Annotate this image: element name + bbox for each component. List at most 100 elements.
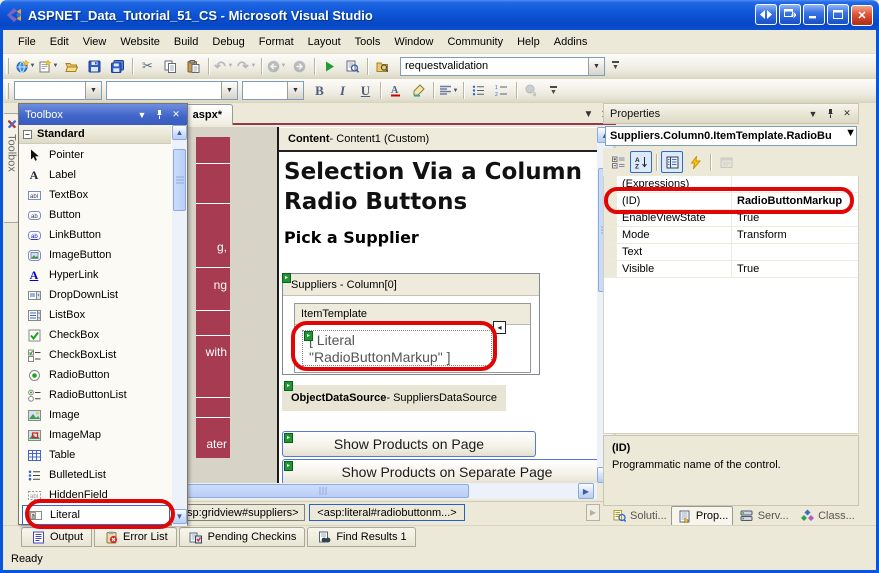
save-all-button[interactable]: [106, 56, 129, 77]
properties-object-combobox[interactable]: Suppliers.Column0.ItemTemplate.RadioBu ▼: [605, 126, 857, 146]
navigate-forward-button[interactable]: [288, 56, 311, 77]
dropdown-arrow-icon[interactable]: ▼: [279, 63, 288, 69]
toolbox-item-checkboxlist[interactable]: CheckBoxList: [22, 345, 170, 365]
open-folder-button[interactable]: [60, 56, 83, 77]
property-row-id[interactable]: (ID)RadioButtonMarkup: [604, 193, 858, 210]
menu-help[interactable]: Help: [510, 33, 547, 51]
maximize-button[interactable]: [827, 4, 849, 25]
find-in-files-button[interactable]: [371, 56, 394, 77]
undo-button[interactable]: ↶▼: [212, 56, 235, 77]
categorized-button[interactable]: [607, 151, 629, 173]
copy-button[interactable]: [159, 56, 182, 77]
combo-dropdown-icon[interactable]: ▼: [85, 82, 101, 99]
start-debug-button[interactable]: [318, 56, 341, 77]
content-placeholder-header[interactable]: Content - Content1 (Custom): [279, 128, 597, 152]
toolbox-item-radiobuttonlist[interactable]: RadioButtonList: [22, 385, 170, 405]
literal-control[interactable]: [ Literal "RadioButtonMarkup" ]: [302, 330, 492, 366]
properties-view-button[interactable]: [661, 151, 683, 173]
menu-file[interactable]: File: [11, 33, 43, 51]
property-row-enableviewstate[interactable]: EnableViewStateTrue: [604, 210, 858, 227]
dropdown-arrow-icon[interactable]: ▼: [249, 63, 258, 69]
property-value[interactable]: True: [732, 210, 858, 226]
tag-navigator-forward-icon[interactable]: ▶: [586, 504, 600, 521]
collapse-icon[interactable]: –: [23, 130, 32, 139]
menu-community[interactable]: Community: [440, 33, 510, 51]
search-combobox-value[interactable]: requestvalidation: [401, 60, 588, 72]
toolbar-grip[interactable]: [6, 58, 9, 74]
panel-tab-serv[interactable]: Serv...: [733, 506, 793, 525]
toolbox-group-standard[interactable]: – Standard: [19, 125, 171, 144]
dropdown-arrow-icon[interactable]: ▼: [451, 88, 460, 94]
property-pages-button[interactable]: [715, 151, 737, 173]
italic-button[interactable]: I: [331, 80, 354, 101]
itemtemplate-box[interactable]: ItemTemplate ▸ [ Literal "RadioButtonMar…: [294, 303, 531, 373]
font-color-button[interactable]: A: [384, 80, 407, 101]
find-in-document-button[interactable]: [341, 56, 364, 77]
menu-addins[interactable]: Addins: [547, 33, 595, 51]
property-row-visible[interactable]: VisibleTrue: [604, 261, 858, 278]
bottom-tab-pending-checkins[interactable]: Pending Checkins: [179, 527, 306, 547]
toolbar-grip[interactable]: [6, 83, 9, 99]
close-button[interactable]: ✕: [851, 5, 873, 26]
add-item-button[interactable]: ▼: [37, 56, 60, 77]
bottom-tab-find-results-1[interactable]: Find Results 1: [307, 527, 415, 547]
nav-link-fragment[interactable]: ater: [206, 437, 227, 451]
toolbox-item-table[interactable]: Table: [22, 445, 170, 465]
gridview-header[interactable]: Suppliers - Column[0]: [283, 274, 539, 296]
tag-gridview[interactable]: <asp:gridview#suppliers>: [168, 504, 305, 521]
menu-tools[interactable]: Tools: [348, 33, 388, 51]
horizontal-scroll-thumb[interactable]: [177, 484, 469, 498]
toolbox-item-literal[interactable]: aLiteral: [22, 505, 170, 525]
scroll-down-icon[interactable]: ▼: [172, 509, 187, 524]
toolbox-item-hiddenfield[interactable]: ablHiddenField: [22, 485, 170, 505]
toolbox-item-imagemap[interactable]: ImageMap: [22, 425, 170, 445]
property-row-mode[interactable]: ModeTransform: [604, 227, 858, 244]
toolbar-overflow-button[interactable]: ▼: [609, 57, 622, 76]
active-files-dropdown-icon[interactable]: ▼: [581, 107, 596, 122]
property-value[interactable]: RadioButtonMarkup: [732, 193, 858, 209]
property-value[interactable]: [732, 176, 858, 192]
paste-button[interactable]: [182, 56, 205, 77]
save-button[interactable]: [83, 56, 106, 77]
dropdown-arrow-icon[interactable]: ▼: [51, 63, 60, 69]
show-products-on-separate-page-button[interactable]: ▸ Show Products on Separate Page: [282, 459, 597, 483]
toolbox-item-bulletedlist[interactable]: BulletedList: [22, 465, 170, 485]
nav-link-fragment[interactable]: with: [206, 345, 227, 359]
toolbox-item-hyperlink[interactable]: AHyperLink: [22, 265, 170, 285]
format-combobox-1[interactable]: ▼: [106, 81, 238, 100]
toolbox-scrollbar[interactable]: ▲ ▼: [172, 125, 187, 526]
nav-link-fragment[interactable]: ng: [214, 278, 227, 292]
events-button[interactable]: [684, 151, 706, 173]
hyperlink-button[interactable]: [520, 80, 543, 101]
property-value[interactable]: [732, 244, 858, 260]
pin-icon[interactable]: [152, 108, 166, 122]
menu-view[interactable]: View: [76, 33, 114, 51]
toolbox-item-label[interactable]: ALabel: [22, 165, 170, 185]
bottom-tab-output[interactable]: Output: [21, 527, 92, 547]
gridview-control[interactable]: ▸ Suppliers - Column[0] ItemTemplate ▸ […: [282, 273, 540, 375]
toolbox-item-linkbutton[interactable]: abLinkButton: [22, 225, 170, 245]
minimize-button[interactable]: [803, 4, 825, 25]
highlight-button[interactable]: [407, 80, 430, 101]
redo-button[interactable]: ↷▼: [235, 56, 258, 77]
menu-edit[interactable]: Edit: [43, 33, 76, 51]
popout-button[interactable]: [779, 4, 801, 25]
nav-link-fragment[interactable]: g,: [217, 240, 227, 254]
objectdatasource-control[interactable]: ▸ ObjectDataSource - SuppliersDataSource: [282, 385, 506, 411]
bullets-button[interactable]: [467, 80, 490, 101]
menu-layout[interactable]: Layout: [301, 33, 348, 51]
window-position-icon[interactable]: ▼: [806, 107, 820, 121]
menu-website[interactable]: Website: [113, 33, 167, 51]
toolbox-item-dropdownlist[interactable]: DropDownList: [22, 285, 170, 305]
toolbox-item-radiobutton[interactable]: RadioButton: [22, 365, 170, 385]
combo-dropdown-icon[interactable]: ▼: [845, 127, 856, 145]
align-left-button[interactable]: ▼: [437, 80, 460, 101]
property-row-text[interactable]: Text: [604, 244, 858, 261]
combo-dropdown-icon[interactable]: ▼: [287, 82, 303, 99]
search-combobox[interactable]: requestvalidation ▼: [400, 57, 605, 76]
toolbox-item-button[interactable]: abButton: [22, 205, 170, 225]
bottom-tab-error-list[interactable]: Error List: [94, 527, 177, 547]
scroll-right-icon[interactable]: ▶: [578, 483, 594, 499]
numbering-button[interactable]: 12: [490, 80, 513, 101]
menu-build[interactable]: Build: [167, 33, 205, 51]
